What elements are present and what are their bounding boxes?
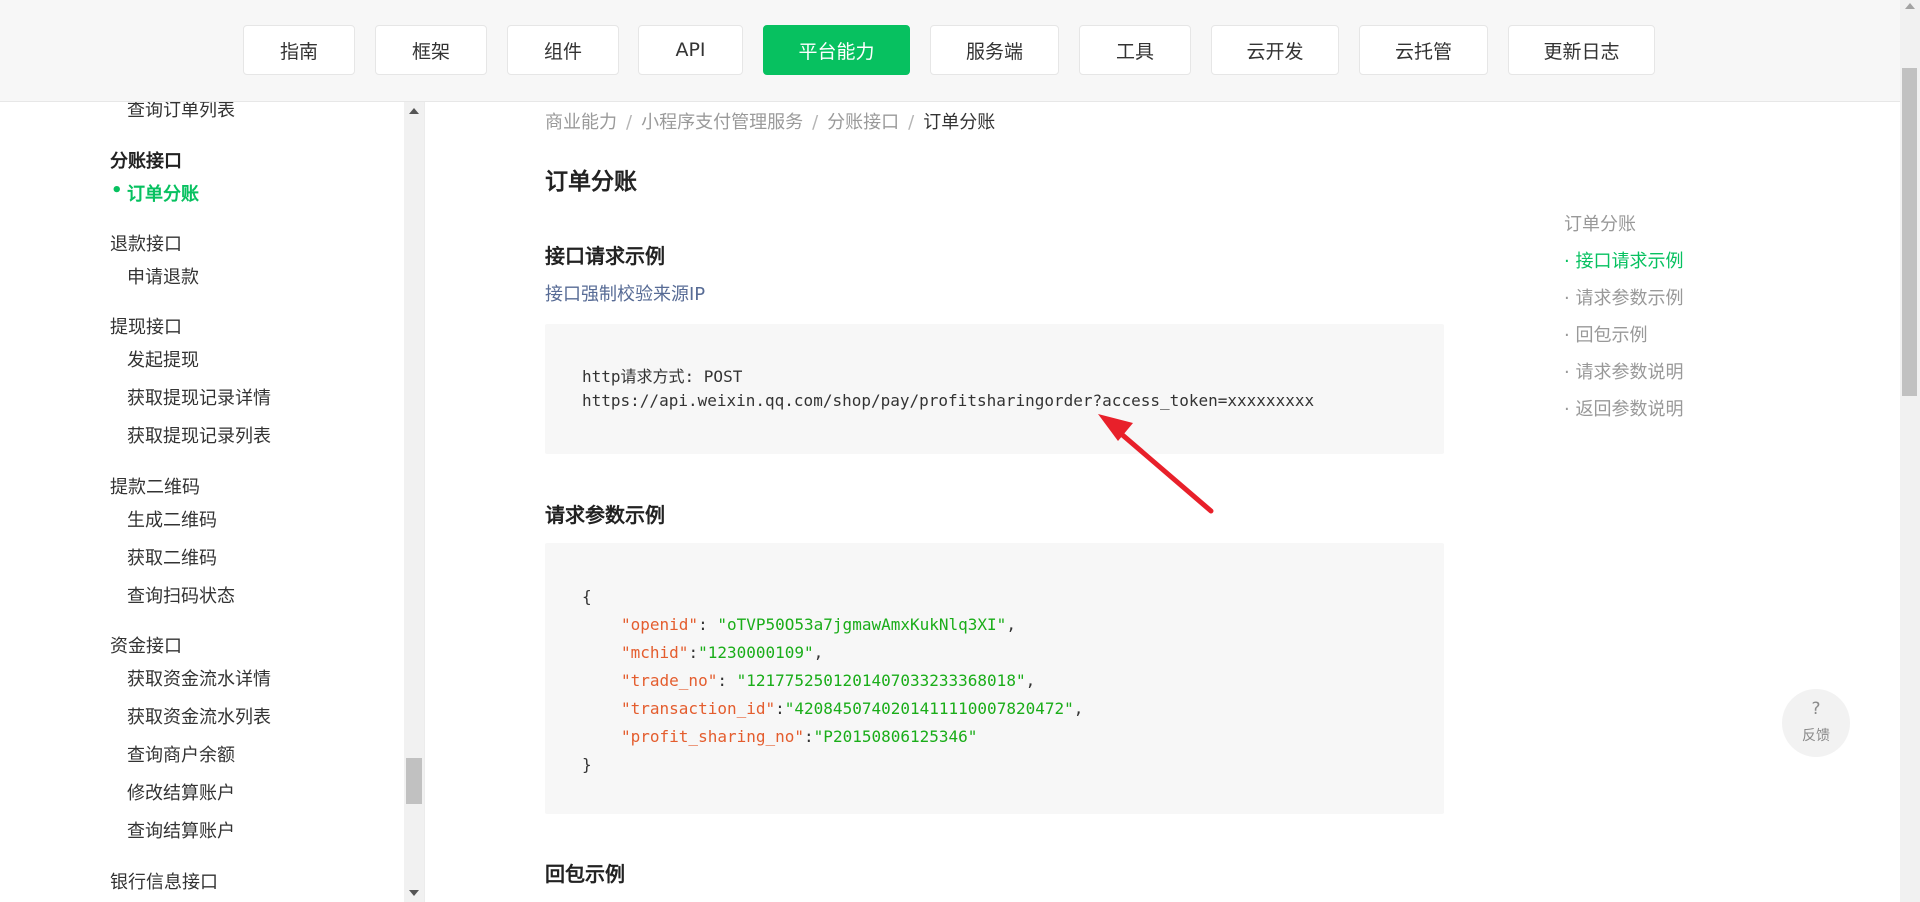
json-separator: : (688, 643, 699, 662)
json-separator: : (698, 615, 718, 634)
sidebar: 查询订单列表 分账接口 订单分账 退款接口 申请退款 提现接口 发起提现 获取提… (0, 102, 404, 902)
code-line: "trade_no": "121775250120140703323336801… (621, 671, 1035, 690)
params-code-block: { "openid": "oTVP50O53a7jgmawAmxKukNlq3X… (545, 543, 1444, 814)
scroll-up-icon[interactable] (409, 108, 419, 114)
breadcrumb-separator: / (908, 112, 915, 133)
request-code-block: http请求方式: POST https://api.weixin.qq.com… (545, 324, 1444, 454)
sidebar-item-order-profit-sharing[interactable]: 订单分账 (111, 180, 199, 206)
breadcrumb-item[interactable]: 分账接口 (827, 112, 899, 133)
ip-validation-link[interactable]: 接口强制校验来源IP (545, 280, 705, 306)
sidebar-item-query-settlement-account[interactable]: 查询结算账户 (127, 817, 235, 843)
sidebar-item-fund-flow-detail[interactable]: 获取资金流水详情 (127, 665, 271, 691)
sidebar-group-withdraw-qrcode[interactable]: 提款二维码 (110, 473, 200, 499)
code-line: "profit_sharing_no":"P20150806125346" (621, 727, 977, 746)
json-value: "1230000109" (698, 643, 814, 662)
json-key: "openid" (621, 615, 699, 634)
sidebar-item-withdraw-record-detail[interactable]: 获取提现记录详情 (127, 384, 271, 410)
sidebar-item-generate-qrcode[interactable]: 生成二维码 (127, 506, 217, 532)
window-scrollbar[interactable] (1900, 0, 1920, 902)
tab-framework[interactable]: 框架 (375, 25, 487, 75)
page-title: 订单分账 (545, 169, 637, 195)
sidebar-scrollbar[interactable] (404, 102, 424, 902)
code-open-brace: { (582, 587, 592, 606)
help-icon: ? (1811, 699, 1821, 719)
code-line: "transaction_id":"4208450740201411110007… (621, 699, 1083, 718)
breadcrumb-item[interactable]: 小程序支付管理服务 (641, 112, 803, 133)
tab-components[interactable]: 组件 (507, 25, 619, 75)
sidebar-item-apply-refund[interactable]: 申请退款 (127, 263, 199, 289)
tab-server[interactable]: 服务端 (930, 25, 1059, 75)
json-value: "1217752501201407033233368018" (736, 671, 1026, 690)
tab-guide[interactable]: 指南 (243, 25, 355, 75)
json-key: "transaction_id" (621, 699, 776, 718)
feedback-button[interactable]: ? 反馈 (1782, 689, 1850, 757)
tab-tools[interactable]: 工具 (1079, 25, 1191, 75)
breadcrumb: 商业能力 / 小程序支付管理服务 / 分账接口 / 订单分账 (545, 108, 995, 134)
tab-api[interactable]: API (638, 25, 743, 75)
section-heading-response-example: 回包示例 (545, 862, 625, 886)
sidebar-item-get-qrcode[interactable]: 获取二维码 (127, 544, 217, 570)
breadcrumb-separator: / (626, 112, 633, 133)
json-key: "trade_no" (621, 671, 718, 690)
sidebar-group-withdraw[interactable]: 提现接口 (110, 313, 182, 339)
sidebar-scrollbar-thumb[interactable] (406, 758, 422, 804)
sidebar-item-modify-settlement-account[interactable]: 修改结算账户 (127, 779, 235, 805)
feedback-label: 反馈 (1802, 728, 1830, 744)
toc-item[interactable]: · 返回参数说明 (1564, 395, 1683, 421)
json-value: "P20150806125346" (813, 727, 978, 746)
json-comma: , (1073, 699, 1084, 718)
code-line: "openid": "oTVP50O53a7jgmawAmxKukNlq3XI"… (621, 615, 1016, 634)
tab-cloud-hosting[interactable]: 云托管 (1359, 25, 1488, 75)
sidebar-item-query-scan-status[interactable]: 查询扫码状态 (127, 582, 235, 608)
json-comma: , (1006, 615, 1016, 634)
toc-item[interactable]: · 请求参数说明 (1564, 358, 1683, 384)
sidebar-item-merchant-balance[interactable]: 查询商户余额 (127, 741, 235, 767)
json-key: "mchid" (621, 643, 689, 662)
json-separator: : (717, 671, 737, 690)
breadcrumb-current: 订单分账 (923, 112, 996, 133)
sidebar-group-refund[interactable]: 退款接口 (110, 230, 182, 256)
json-value: "oTVP50O53a7jgmawAmxKukNlq3XI" (717, 615, 1007, 634)
toc-item[interactable]: 订单分账 (1564, 210, 1636, 236)
scroll-up-icon[interactable] (1905, 3, 1915, 9)
sidebar-group-funds[interactable]: 资金接口 (110, 632, 182, 658)
request-url-line: https://api.weixin.qq.com/shop/pay/profi… (582, 391, 1315, 410)
breadcrumb-item[interactable]: 商业能力 (545, 112, 617, 133)
section-heading-params-example: 请求参数示例 (545, 503, 665, 527)
json-separator: : (775, 699, 785, 718)
sidebar-item-fund-flow-list[interactable]: 获取资金流水列表 (127, 703, 271, 729)
tab-platform-capabilities[interactable]: 平台能力 (763, 25, 910, 75)
top-nav-bar: 指南 框架 组件 API 平台能力 服务端 工具 云开发 云托管 更新日志 (0, 0, 1900, 102)
sidebar-group-profit-sharing[interactable]: 分账接口 (110, 147, 182, 173)
window-scrollbar-thumb[interactable] (1902, 68, 1917, 396)
tab-cloud-dev[interactable]: 云开发 (1211, 25, 1339, 75)
tab-changelog[interactable]: 更新日志 (1508, 25, 1655, 75)
json-value: "4208450740201411110007820472" (784, 699, 1074, 718)
breadcrumb-separator: / (812, 112, 819, 133)
json-key: "profit_sharing_no" (621, 727, 805, 746)
toc-item-active[interactable]: · 接口请求示例 (1564, 247, 1683, 273)
json-comma: , (1025, 671, 1036, 690)
request-method-line: http请求方式: POST (582, 367, 743, 386)
section-heading-request-example: 接口请求示例 (545, 244, 665, 268)
sidebar-group-bank-info[interactable]: 银行信息接口 (110, 868, 218, 894)
toc-item[interactable]: · 请求参数示例 (1564, 284, 1683, 310)
scroll-down-icon[interactable] (409, 890, 419, 896)
sidebar-divider (424, 102, 425, 902)
sidebar-item-withdraw-record-list[interactable]: 获取提现记录列表 (127, 422, 271, 448)
json-separator: : (804, 727, 814, 746)
sidebar-item-start-withdraw[interactable]: 发起提现 (127, 346, 199, 372)
code-line: "mchid":"1230000109", (621, 643, 823, 662)
toc-item[interactable]: · 回包示例 (1564, 321, 1647, 347)
code-close-brace: } (582, 755, 592, 774)
json-comma: , (813, 643, 824, 662)
sidebar-item-query-order-list[interactable]: 查询订单列表 (127, 102, 235, 122)
